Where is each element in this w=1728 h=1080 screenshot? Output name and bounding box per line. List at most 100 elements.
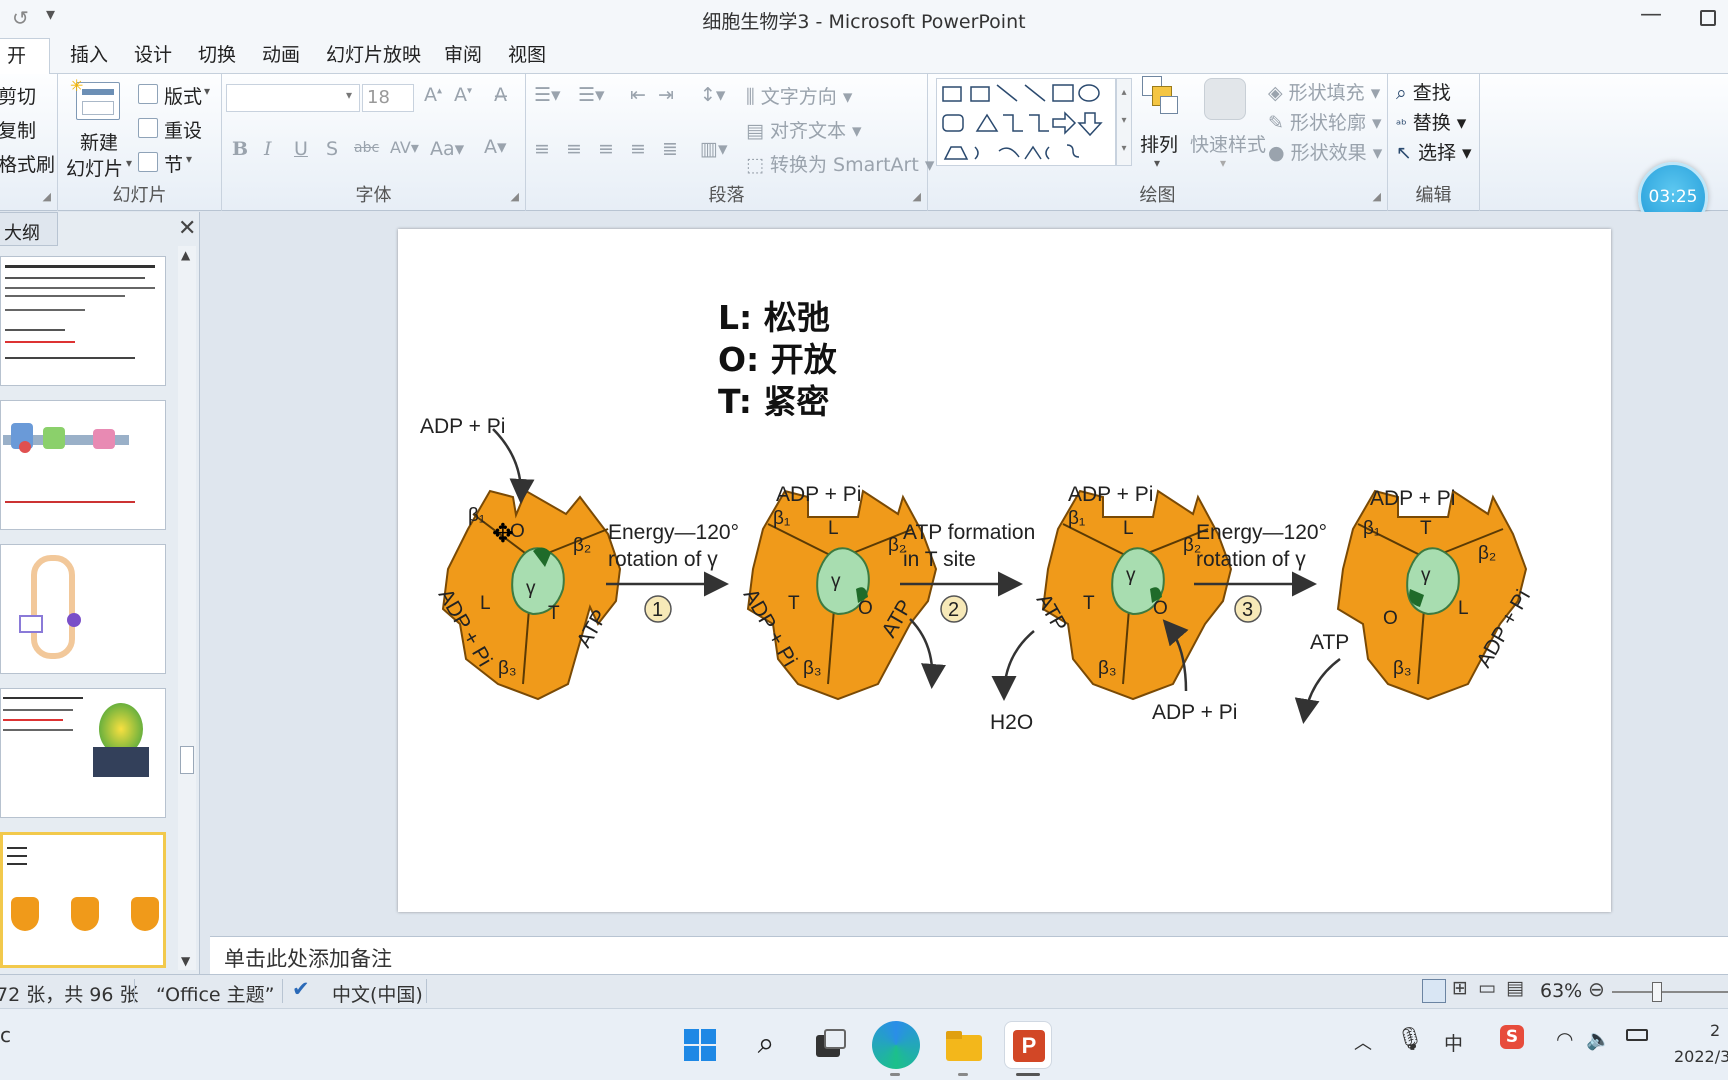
shrink-font-icon[interactable]: A▾ [454, 84, 472, 106]
ime-indicator[interactable]: 中 [1444, 1029, 1463, 1056]
arrange-button[interactable]: 排列 [1140, 130, 1178, 157]
underline-icon[interactable]: U [294, 138, 308, 160]
grow-font-icon[interactable]: A▴ [424, 84, 442, 106]
close-pane-icon[interactable]: ✕ [178, 216, 196, 241]
language[interactable]: 中文(中国) [332, 980, 423, 1007]
change-case-icon[interactable]: Aa▾ [430, 138, 464, 160]
wifi-icon[interactable]: ◠ [1556, 1027, 1573, 1051]
scroll-thumb[interactable] [180, 746, 194, 774]
bold-icon[interactable]: B [232, 138, 248, 160]
slide-thumbnail[interactable] [0, 544, 166, 674]
layout-icon[interactable] [138, 84, 158, 104]
columns-icon[interactable]: ▥▾ [700, 138, 728, 160]
shape-fill-button[interactable]: ◈ 形状填充 ▾ [1268, 78, 1380, 105]
shapes-gallery[interactable] [936, 78, 1116, 166]
reset-button[interactable]: 重设 [164, 116, 202, 143]
slide-thumbnail[interactable] [0, 256, 166, 386]
battery-icon[interactable] [1626, 1029, 1648, 1041]
italic-icon[interactable]: I [264, 138, 272, 160]
tab-animations[interactable]: 动画 [254, 38, 308, 74]
tab-review[interactable]: 审阅 [436, 38, 490, 74]
new-slide-dropdown-icon[interactable]: ▾ [126, 156, 132, 170]
task-view-icon[interactable] [806, 1021, 854, 1069]
tab-view[interactable]: 视图 [500, 38, 554, 74]
section-button[interactable]: 节 [164, 150, 183, 177]
char-spacing-icon[interactable]: AV▾ [390, 138, 419, 157]
powerpoint-icon[interactable]: P [1004, 1021, 1052, 1069]
show-hidden-icons-icon[interactable]: ︿ [1354, 1029, 1372, 1055]
convert-smartart-button[interactable]: ⬚ 转换为 SmartArt ▾ [746, 150, 934, 177]
decrease-indent-icon[interactable]: ⇤ [630, 84, 646, 106]
slide-thumbnail[interactable] [0, 400, 166, 530]
reset-icon[interactable] [138, 118, 158, 138]
slide-thumbnail[interactable] [0, 688, 166, 818]
new-slide-label-2[interactable]: 幻灯片 [66, 154, 123, 181]
theme-name[interactable]: “Office 主题” [156, 980, 275, 1007]
increase-indent-icon[interactable]: ⇥ [658, 84, 674, 106]
shape-outline-button[interactable]: ✎ 形状轮廓 ▾ [1268, 108, 1382, 135]
align-left-icon[interactable]: ≡ [534, 138, 550, 160]
distributed-icon[interactable]: ≣ [662, 138, 678, 160]
zoom-out-icon[interactable]: ⊖ [1588, 977, 1605, 1001]
tab-insert[interactable]: 插入 [62, 38, 116, 74]
align-right-icon[interactable]: ≡ [598, 138, 614, 160]
microphone-icon[interactable]: 🎙 [1396, 1027, 1424, 1052]
quick-styles-button[interactable]: 快速样式 [1190, 130, 1266, 157]
format-painter-button[interactable]: 格式刷 [0, 150, 55, 177]
cut-button[interactable]: 剪切 [0, 82, 36, 109]
file-explorer-icon[interactable] [940, 1021, 988, 1069]
windows-start-icon[interactable] [676, 1021, 724, 1069]
slide-sorter-icon[interactable]: ⊞ [1452, 977, 1468, 999]
quick-styles-dropdown-icon[interactable]: ▾ [1220, 156, 1226, 170]
shape-effects-button[interactable]: ● 形状效果 ▾ [1268, 138, 1382, 165]
slide-canvas[interactable]: L: 松弛 O: 开放 T: 紧密 .lbl{font-family:"Libe… [398, 229, 1611, 912]
font-size-box[interactable]: 18 [362, 84, 414, 112]
thumbnail-scrollbar[interactable]: ▲ ▼ [178, 246, 196, 970]
reading-view-icon[interactable]: ▭ [1478, 977, 1496, 999]
clock-time[interactable]: 2 [1710, 1021, 1720, 1040]
spellcheck-icon[interactable]: ✔ [292, 977, 310, 1001]
line-spacing-icon[interactable]: ↕▾ [700, 84, 725, 106]
section-icon[interactable] [138, 152, 158, 172]
outline-tab[interactable]: 大纲 [0, 212, 58, 246]
font-color-icon[interactable]: A▾ [484, 136, 507, 158]
zoom-slider-track[interactable] [1612, 991, 1728, 993]
align-text-button[interactable]: ▤ 对齐文本 ▾ [746, 116, 862, 143]
select-button[interactable]: ↖ 选择 ▾ [1396, 138, 1472, 165]
clear-format-icon[interactable]: A̶ [494, 84, 507, 106]
strikethrough-icon[interactable]: abc [354, 140, 379, 156]
scroll-down-icon[interactable]: ▼ [181, 954, 190, 968]
copy-button[interactable]: 复制 [0, 116, 36, 143]
clock-date[interactable]: 2022/3 [1674, 1047, 1728, 1066]
normal-view-icon[interactable] [1422, 979, 1446, 1003]
edge-browser-icon[interactable] [872, 1021, 920, 1069]
maximize-icon[interactable] [1700, 10, 1716, 26]
align-center-icon[interactable]: ≡ [566, 138, 582, 160]
zoom-level[interactable]: 63% [1540, 980, 1582, 1002]
sogou-icon[interactable]: S [1500, 1025, 1524, 1049]
tab-home[interactable]: 开始 [0, 38, 50, 101]
arrange-dropdown-icon[interactable]: ▾ [1154, 156, 1160, 170]
justify-icon[interactable]: ≡ [630, 138, 646, 160]
bullets-icon[interactable]: ☰▾ [534, 84, 561, 106]
shapes-more-icon[interactable]: ▴ ▾ ▾ [1116, 78, 1132, 166]
layout-button[interactable]: 版式 [164, 82, 202, 109]
volume-icon[interactable]: 🔈 [1586, 1027, 1611, 1051]
zoom-slider-thumb[interactable] [1652, 982, 1662, 1002]
notes-placeholder[interactable]: 单击此处添加备注 [224, 943, 392, 973]
notes-pane[interactable]: 单击此处添加备注 [210, 936, 1728, 974]
shadow-icon[interactable]: S [326, 138, 338, 160]
numbering-icon[interactable]: ☰▾ [578, 84, 605, 106]
text-direction-button[interactable]: ⫼ 文字方向 ▾ [746, 82, 852, 109]
find-button[interactable]: ⌕ 查找 [1396, 78, 1451, 105]
tab-design[interactable]: 设计 [126, 38, 180, 74]
atp-synthase-diagram[interactable]: .lbl{font-family:"Liberation Sans",sans-… [398, 229, 1611, 912]
font-name-box[interactable] [226, 84, 360, 112]
search-icon[interactable]: ⌕ [742, 1021, 790, 1069]
arrange-icon[interactable] [1142, 76, 1180, 116]
scroll-up-icon[interactable]: ▲ [181, 248, 190, 262]
quick-styles-icon[interactable] [1204, 78, 1246, 120]
clipboard-launcher-icon[interactable]: ◢ [43, 190, 51, 203]
slide-thumbnail-selected[interactable] [0, 832, 166, 968]
replace-button[interactable]: ᵃᵇ 替换 ▾ [1396, 108, 1466, 135]
